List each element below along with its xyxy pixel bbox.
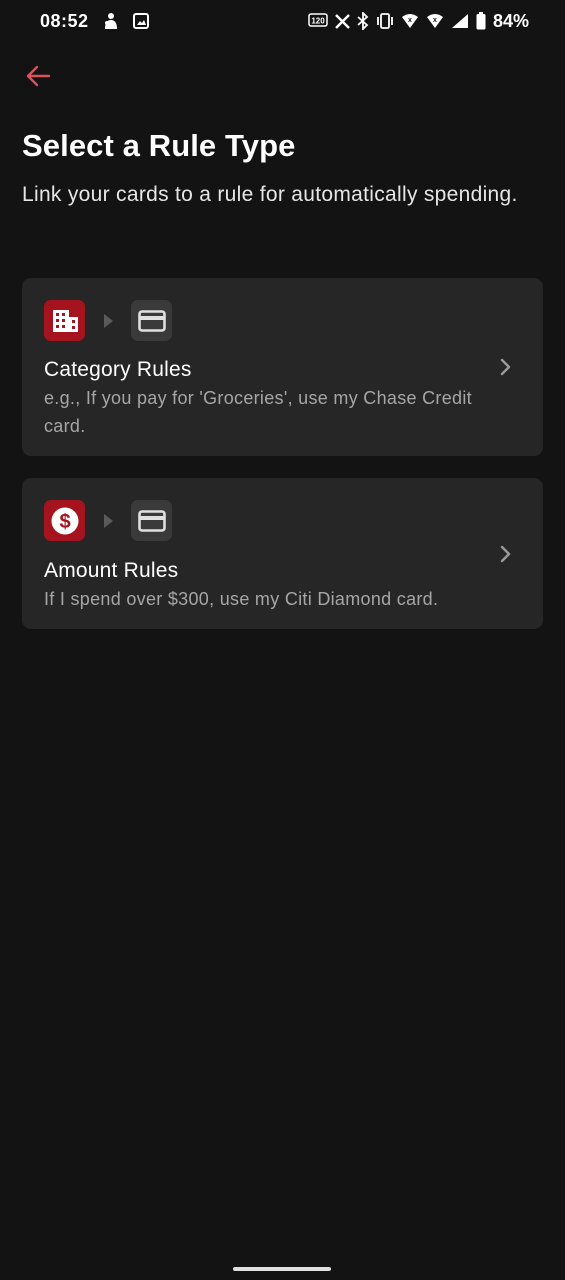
home-indicator[interactable] [233,1267,331,1271]
credit-card-icon [131,300,172,341]
play-arrow-icon [85,513,131,528]
notification-app-icon [103,12,119,30]
chevron-right-icon [499,357,513,377]
wifi-icon: x [401,13,419,29]
svg-text:x: x [433,17,437,24]
svg-text:$: $ [59,511,70,533]
refresh-rate-icon: 120 [308,13,328,29]
amount-rules-card[interactable]: $ Amount Rules If I spend over $300, use… [22,478,543,629]
credit-card-icon [131,500,172,541]
rule-flow: $ [44,500,172,541]
building-icon [44,300,85,341]
status-left: 08:52 [40,11,149,32]
svg-text:x: x [408,17,412,24]
dollar-icon: $ [44,500,85,541]
arrow-left-icon [25,65,51,92]
status-time: 08:52 [40,10,89,31]
wifi-icon: x [426,13,444,29]
page-title: Select a Rule Type [22,128,296,163]
signal-icon [451,13,469,29]
status-bar: 08:52 120 x x 84% [0,0,565,42]
category-rules-card[interactable]: Category Rules e.g., If you pay for 'Gro… [22,278,543,456]
image-icon [132,13,149,29]
rule-title: Amount Rules [44,559,179,582]
rule-description: If I spend over $300, use my Citi Diamon… [44,589,439,609]
chevron-right-icon [499,544,513,564]
rule-title: Category Rules [44,358,192,381]
battery-percentage: 84% [492,10,529,31]
play-arrow-icon [85,313,131,328]
back-button[interactable] [22,62,54,94]
rule-flow [44,300,172,341]
refresh-rate-text: 120 [311,17,325,26]
rule-description: e.g., If you pay for 'Groceries', use my… [44,388,472,436]
page-subtitle: Link your cards to a rule for automatica… [22,183,518,206]
battery-icon [476,12,486,30]
x-app-icon [335,13,350,29]
bluetooth-icon [357,12,369,30]
status-right: 120 x x 84% [308,11,529,32]
vibrate-icon [376,13,394,29]
